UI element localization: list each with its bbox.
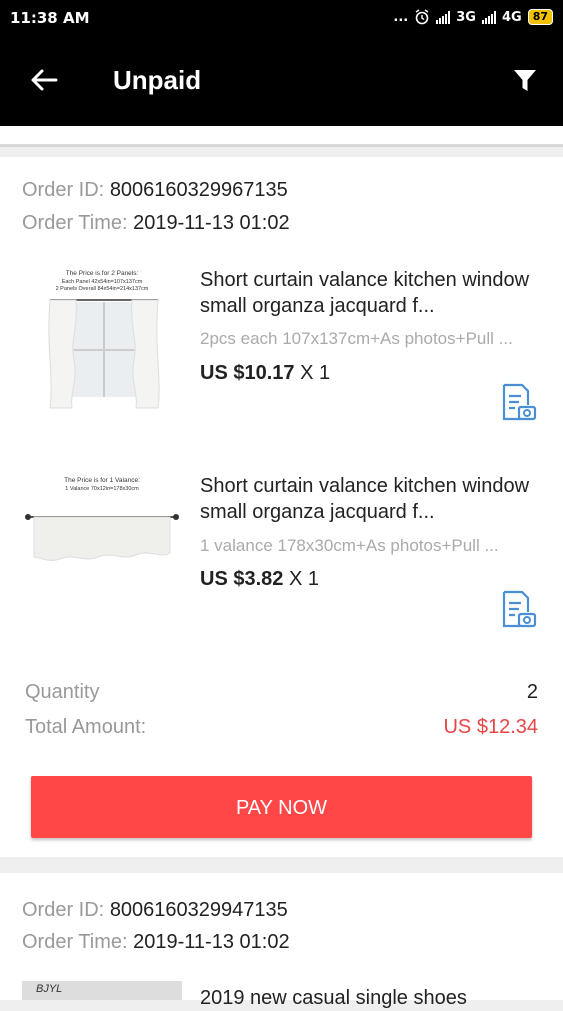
order-id-row: Order ID: 8006160329947135 — [22, 899, 288, 922]
more-dots-icon: ... — [393, 9, 409, 25]
status-time: 11:38 AM — [10, 9, 90, 27]
curtain-valance-image: The Price is for 1 Valance: 1 Valance 70… — [22, 469, 182, 629]
app-bar: Unpaid — [0, 38, 563, 126]
order-id-row: Order ID: 8006160329967135 — [22, 179, 288, 202]
thumb-caption-1: The Price is for 2 Panels: — [66, 270, 139, 277]
snapshot-document-icon[interactable] — [498, 382, 538, 422]
order-card: Order ID: 8006160329947135 Order Time: 2… — [0, 873, 563, 1009]
product-name[interactable]: Short curtain valance kitchen window sma… — [200, 473, 540, 525]
thumb-caption-2: 1 Valance 70x12in=178x30cm — [65, 486, 139, 492]
thumb-caption-3: 2 Panels Overall 84x54in=214x137cm — [56, 286, 149, 292]
product-sku: 1 valance 178x30cm+As photos+Pull ... — [200, 536, 499, 555]
total-amount-value: US $12.34 — [443, 716, 538, 738]
network-4g-label: 4G — [501, 9, 522, 25]
page-title: Unpaid — [113, 65, 202, 95]
product-thumbnail[interactable]: The Price is for 2 Panels: Each Panel 42… — [22, 262, 182, 422]
total-amount-label: Total Amount: — [25, 716, 147, 738]
curtain-panels-image: The Price is for 2 Panels: Each Panel 42… — [22, 262, 182, 422]
order-time-row: Order Time: 2019-11-13 01:02 — [22, 212, 290, 235]
signal-icon — [481, 10, 496, 24]
pay-now-button[interactable]: PAY NOW — [31, 776, 532, 838]
network-3g-label: 3G — [456, 9, 476, 25]
order-time-row: Order Time: 2019-11-13 01:02 — [22, 931, 290, 954]
product-thumbnail[interactable]: The Price is for 1 Valance: 1 Valance 70… — [22, 469, 182, 629]
order-card: Order ID: 8006160329967135 Order Time: 2… — [0, 157, 563, 857]
back-arrow-icon[interactable] — [28, 64, 60, 96]
battery-icon: 87 — [527, 9, 553, 25]
order-id-value: 8006160329947135 — [109, 899, 288, 921]
quantity-value: 2 — [526, 681, 538, 703]
alarm-icon — [415, 9, 429, 25]
product-name[interactable]: 2019 new casual single shoes — [200, 985, 540, 1011]
product-price-row: US $3.82 X 1 — [200, 568, 319, 591]
thumb-caption-2: Each Panel 42x54in=107x137cm — [62, 279, 143, 285]
quantity-label: Quantity — [25, 681, 100, 703]
thumb-caption-1: The Price is for 1 Valance: — [64, 477, 140, 484]
order-id-label: Order ID: — [22, 899, 105, 921]
product-sku: 2pcs each 107x137cm+As photos+Pull ... — [200, 329, 513, 348]
signal-icon — [436, 10, 451, 24]
order-time-value: 2019-11-13 01:02 — [133, 931, 290, 953]
product-price: US $10.17 — [200, 362, 295, 384]
product-price-row: US $10.17 X 1 — [200, 362, 330, 385]
snapshot-document-icon[interactable] — [498, 589, 538, 629]
order-time-label: Order Time: — [22, 931, 128, 953]
status-bar: 11:38 AM ... 3G 4G 87 — [0, 0, 563, 38]
order-id-value: 8006160329967135 — [109, 179, 288, 201]
product-qty: X 1 — [288, 568, 319, 590]
order-id-label: Order ID: — [22, 179, 105, 201]
product-qty: X 1 — [300, 362, 331, 384]
previous-card-edge — [0, 126, 563, 147]
product-name[interactable]: Short curtain valance kitchen window sma… — [200, 267, 540, 319]
thumb-brand-text: BJYL — [36, 983, 63, 995]
product-thumbnail[interactable]: BJYL — [22, 981, 182, 1000]
order-time-value: 2019-11-13 01:02 — [133, 212, 290, 234]
order-time-label: Order Time: — [22, 212, 128, 234]
status-icons: ... 3G 4G 87 — [393, 9, 553, 25]
filter-icon[interactable] — [513, 68, 537, 94]
product-price: US $3.82 — [200, 568, 284, 590]
